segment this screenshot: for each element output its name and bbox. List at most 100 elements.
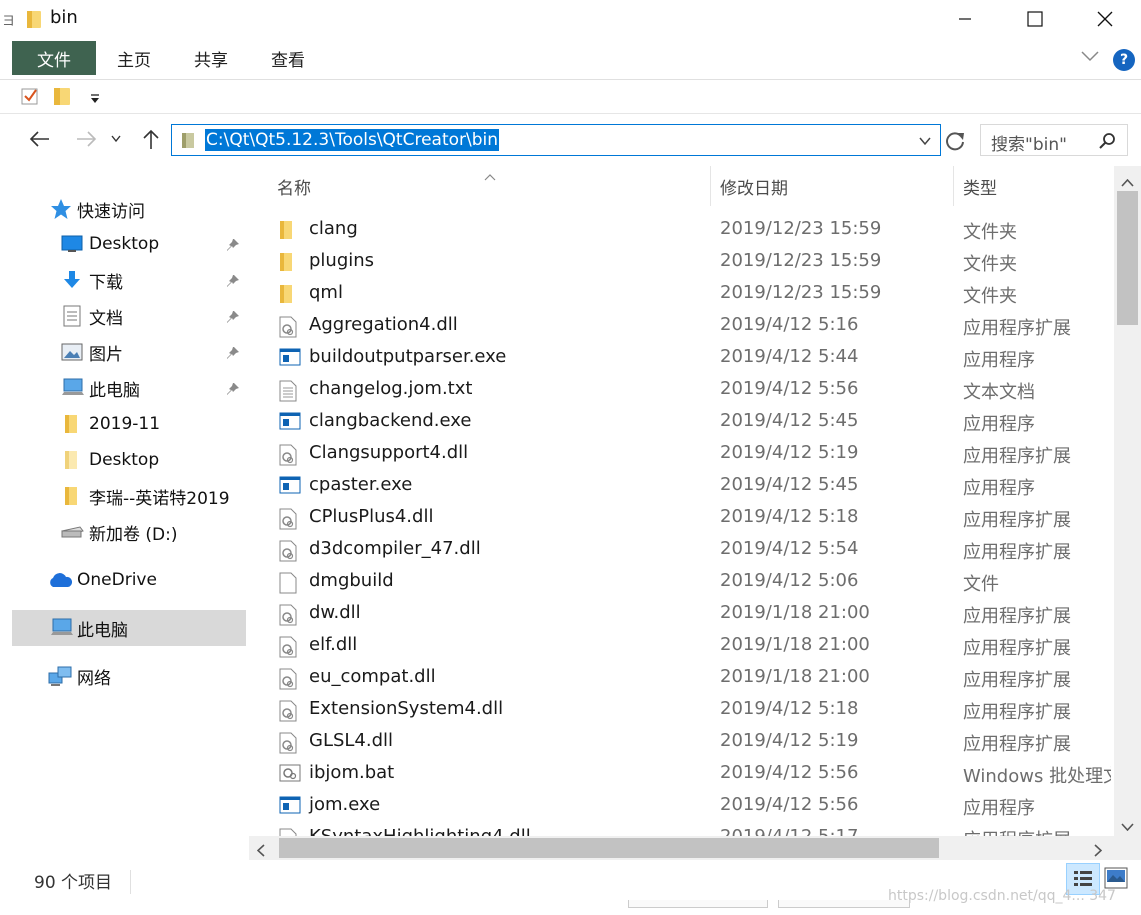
batch-file-icon <box>279 764 301 787</box>
nav-network[interactable]: 网络 <box>12 658 246 694</box>
file-row[interactable]: GLSL4.dll 2019/4/12 5:19 应用程序扩展 <box>249 726 1111 758</box>
file-name[interactable]: dmgbuild <box>309 570 394 591</box>
horizontal-scrollbar[interactable] <box>249 836 1114 860</box>
maximize-button[interactable] <box>1000 0 1070 38</box>
file-name[interactable]: eu_compat.dll <box>309 666 436 687</box>
forward-button[interactable] <box>74 126 98 152</box>
file-row[interactable]: dmgbuild 2019/4/12 5:06 文件 <box>249 566 1111 598</box>
file-name[interactable]: changelog.jom.txt <box>309 378 472 399</box>
file-row[interactable]: eu_compat.dll 2019/1/18 21:00 应用程序扩展 <box>249 662 1111 694</box>
column-divider[interactable] <box>953 166 954 206</box>
column-header-name[interactable]: 名称 <box>277 166 707 206</box>
file-row[interactable]: plugins 2019/12/23 15:59 文件夹 <box>249 246 1111 278</box>
file-name[interactable]: plugins <box>309 250 374 271</box>
new-folder-icon[interactable] <box>53 86 71 110</box>
file-name[interactable]: Aggregation4.dll <box>309 314 458 335</box>
minimize-button[interactable] <box>930 0 1000 38</box>
file-name[interactable]: Clangsupport4.dll <box>309 442 468 463</box>
file-row[interactable]: d3dcompiler_47.dll 2019/4/12 5:54 应用程序扩展 <box>249 534 1111 566</box>
file-name[interactable]: d3dcompiler_47.dll <box>309 538 481 559</box>
scroll-right-icon[interactable] <box>1094 842 1103 861</box>
file-type: 应用程序扩展 <box>963 670 1071 691</box>
file-name[interactable]: ExtensionSystem4.dll <box>309 698 503 719</box>
recent-locations-button[interactable] <box>108 126 124 152</box>
vertical-scrollbar[interactable] <box>1114 166 1141 836</box>
file-name[interactable]: clangbackend.exe <box>309 410 471 431</box>
file-row[interactable]: CPlusPlus4.dll 2019/4/12 5:18 应用程序扩展 <box>249 502 1111 534</box>
file-name[interactable]: jom.exe <box>309 794 380 815</box>
column-header-date[interactable]: 修改日期 <box>720 166 950 206</box>
nav-this-pc[interactable]: 此电脑 <box>12 610 246 646</box>
scroll-down-icon[interactable] <box>1121 816 1134 835</box>
file-row[interactable]: qml 2019/12/23 15:59 文件夹 <box>249 278 1111 310</box>
nav-item-desktop[interactable]: Desktop <box>12 226 246 262</box>
address-dropdown-button[interactable] <box>918 133 932 152</box>
tab-view[interactable]: 查看 <box>254 41 322 75</box>
nav-item-desktop-folder[interactable]: Desktop <box>12 442 246 478</box>
nav-item-drive-d[interactable]: 新加卷 (D:) <box>12 514 246 550</box>
customize-dropdown-icon[interactable] <box>90 90 100 109</box>
nav-item-documents[interactable]: 文档 <box>12 298 246 334</box>
file-row[interactable]: dw.dll 2019/1/18 21:00 应用程序扩展 <box>249 598 1111 630</box>
nav-item-this-pc-pinned[interactable]: 此电脑 <box>12 370 246 406</box>
nav-item-label: 文档 <box>89 308 123 329</box>
pin-icon[interactable] <box>226 273 240 293</box>
scrollbar-thumb[interactable] <box>1117 191 1138 325</box>
file-name[interactable]: dw.dll <box>309 602 361 623</box>
search-icon[interactable] <box>1098 132 1116 154</box>
file-name[interactable]: CPlusPlus4.dll <box>309 506 433 527</box>
file-row[interactable]: ExtensionSystem4.dll 2019/4/12 5:18 应用程序扩展 <box>249 694 1111 726</box>
file-row[interactable]: Aggregation4.dll 2019/4/12 5:16 应用程序扩展 <box>249 310 1111 342</box>
file-name[interactable]: elf.dll <box>309 634 357 655</box>
file-name[interactable]: clang <box>309 218 358 239</box>
file-row[interactable]: jom.exe 2019/4/12 5:56 应用程序 <box>249 790 1111 822</box>
tab-file[interactable]: 文件 <box>12 41 96 75</box>
file-name[interactable]: ibjom.bat <box>309 762 394 783</box>
scroll-up-icon[interactable] <box>1121 172 1134 191</box>
chevron-down-icon <box>111 135 121 143</box>
file-name[interactable]: GLSL4.dll <box>309 730 393 751</box>
scroll-left-icon[interactable] <box>256 842 265 861</box>
close-button[interactable] <box>1070 0 1140 38</box>
file-row[interactable]: elf.dll 2019/1/18 21:00 应用程序扩展 <box>249 630 1111 662</box>
file-row[interactable]: Clangsupport4.dll 2019/4/12 5:19 应用程序扩展 <box>249 438 1111 470</box>
file-name[interactable]: cpaster.exe <box>309 474 412 495</box>
pin-icon[interactable] <box>226 237 240 257</box>
refresh-button[interactable] <box>944 130 966 156</box>
file-name[interactable]: KSyntaxHighlighting4.dll <box>309 826 531 836</box>
drive-icon <box>60 525 84 539</box>
file-row[interactable]: KSyntaxHighlighting4.dll 2019/4/12 5:17 应用… <box>249 822 1111 836</box>
file-row[interactable]: buildoutputparser.exe 2019/4/12 5:44 应用程序 <box>249 342 1111 374</box>
properties-icon[interactable] <box>20 86 40 110</box>
file-row[interactable]: ibjom.bat 2019/4/12 5:56 Windows 批处理文件 <box>249 758 1111 790</box>
file-row[interactable]: cpaster.exe 2019/4/12 5:45 应用程序 <box>249 470 1111 502</box>
up-button[interactable] <box>139 126 163 152</box>
address-path[interactable]: C:\Qt\Qt5.12.3\Tools\QtCreator\bin <box>205 129 500 151</box>
pin-icon[interactable] <box>226 309 240 329</box>
file-row[interactable]: changelog.jom.txt 2019/4/12 5:56 文本文档 <box>249 374 1111 406</box>
search-input[interactable]: 搜索"bin" <box>980 124 1128 156</box>
file-name[interactable]: buildoutputparser.exe <box>309 346 506 367</box>
file-rows: clang 2019/12/23 15:59 文件夹 plugins 2019/12/2… <box>249 214 1111 836</box>
help-button[interactable]: ? <box>1113 49 1135 71</box>
scrollbar-thumb[interactable] <box>279 838 939 858</box>
nav-quick-access[interactable]: 快速访问 <box>12 191 246 227</box>
column-divider[interactable] <box>710 166 711 206</box>
nav-onedrive[interactable]: OneDrive <box>12 562 246 598</box>
nav-item-li-rui[interactable]: 李瑞--英诺特2019 <box>12 478 246 514</box>
nav-item-2019-11[interactable]: 2019-11 <box>12 406 246 442</box>
file-name[interactable]: qml <box>309 282 343 303</box>
address-bar[interactable]: C:\Qt\Qt5.12.3\Tools\QtCreator\bin <box>171 124 941 156</box>
back-button[interactable] <box>28 126 52 152</box>
nav-item-pictures[interactable]: 图片 <box>12 334 246 370</box>
pin-icon[interactable] <box>226 381 240 401</box>
tab-share[interactable]: 共享 <box>176 41 246 75</box>
file-row[interactable]: clangbackend.exe 2019/4/12 5:45 应用程序 <box>249 406 1111 438</box>
column-header-type[interactable]: 类型 <box>963 166 1113 206</box>
pin-icon[interactable] <box>226 345 240 365</box>
expand-ribbon-button[interactable] <box>1080 48 1100 67</box>
nav-item-downloads[interactable]: 下载 <box>12 262 246 298</box>
file-row[interactable]: clang 2019/12/23 15:59 文件夹 <box>249 214 1111 246</box>
dll-file-icon <box>279 444 297 471</box>
tab-home[interactable]: 主页 <box>100 41 168 75</box>
